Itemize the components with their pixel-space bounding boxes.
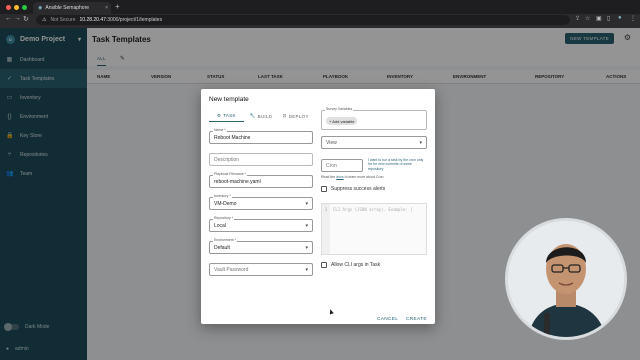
allow-cli-label: Allow CLI args in Task bbox=[331, 262, 381, 268]
forward-icon[interactable]: → bbox=[14, 15, 21, 22]
tab-close-icon[interactable]: × bbox=[105, 5, 108, 11]
maximize-window-icon[interactable] bbox=[22, 5, 27, 10]
cli-args-editor[interactable]: 1 CLI Args (JSON array). Example: [ bbox=[321, 203, 427, 255]
star-icon[interactable]: ☆ bbox=[585, 15, 590, 22]
tab-deploy[interactable]: ⊡ DEPLOY bbox=[278, 110, 313, 122]
dropdown-arrow-icon: ▾ bbox=[305, 244, 308, 251]
suppress-alerts-checkbox[interactable]: Suppress success alerts bbox=[321, 186, 385, 192]
playbook-value: reboot-machine.yaml bbox=[214, 178, 261, 185]
description-field[interactable]: Description bbox=[209, 153, 313, 166]
name-value: Reboot Machine bbox=[214, 134, 251, 141]
presenter-image bbox=[508, 221, 624, 337]
repository-select[interactable]: Repository * Local ▾ bbox=[209, 216, 313, 232]
cli-args-placeholder: CLI Args (JSON array). Example: [ bbox=[333, 207, 413, 212]
inventory-label: Inventory * bbox=[213, 194, 232, 198]
webcam-overlay bbox=[505, 218, 627, 340]
allow-cli-args-checkbox[interactable]: Allow CLI args in Task bbox=[321, 262, 380, 268]
add-variable-button[interactable]: + Add variable bbox=[326, 117, 358, 125]
environment-value: Default bbox=[214, 244, 230, 251]
browser-tab[interactable]: ◉ Ansible Semaphore × bbox=[33, 2, 111, 14]
dropdown-arrow-icon: ▾ bbox=[305, 266, 308, 273]
tab-task[interactable]: ⚙ TASK bbox=[209, 110, 244, 122]
reload-icon[interactable]: ↻ bbox=[23, 15, 29, 23]
extensions-icon[interactable]: ▣ bbox=[596, 15, 602, 22]
view-placeholder: View bbox=[326, 139, 337, 146]
suppress-label: Suppress success alerts bbox=[331, 186, 386, 192]
gear-icon: ⚙ bbox=[216, 112, 222, 118]
survey-variables-box: Survey Variables + Add variable bbox=[321, 107, 427, 130]
back-icon[interactable]: ← bbox=[5, 15, 12, 22]
wrench-icon: 🔧 bbox=[249, 113, 256, 118]
share-icon[interactable]: ⇪ bbox=[575, 15, 580, 22]
vault-password-select[interactable]: Vault Password ▾ bbox=[209, 263, 313, 276]
dialog-title: New template bbox=[209, 96, 249, 103]
cron-docs-text: Read the docs to learn more about Cron. bbox=[321, 175, 385, 179]
repository-label: Repository * bbox=[213, 216, 235, 220]
browser-chrome: ◉ Ansible Semaphore × + ← → ↻ ⚠ Not Secu… bbox=[0, 0, 640, 28]
description-placeholder: Description bbox=[214, 156, 240, 163]
url-text: 10.28.20.47:3000/project/1/templates bbox=[79, 17, 163, 23]
cancel-button[interactable]: CANCEL bbox=[377, 317, 398, 322]
cron-placeholder: Cron bbox=[326, 162, 337, 169]
cron-hint-link[interactable]: I want to run a task by the cron only fo… bbox=[368, 158, 428, 171]
inventory-select[interactable]: Inventory * VM-Demo ▾ bbox=[209, 194, 313, 210]
security-label: Not Secure bbox=[50, 17, 76, 23]
view-select[interactable]: View ▾ bbox=[321, 136, 427, 149]
template-type-tabs: ⚙ TASK 🔧 BUILD ⊡ DEPLOY bbox=[209, 110, 313, 122]
checkbox-icon[interactable] bbox=[321, 262, 327, 268]
sidebar-panel-icon[interactable]: ▯ bbox=[607, 15, 610, 22]
address-bar[interactable]: ⚠ Not Secure 10.28.20.47:3000/project/1/… bbox=[36, 15, 570, 25]
dropdown-arrow-icon: ▾ bbox=[305, 222, 308, 229]
close-window-icon[interactable] bbox=[6, 5, 11, 10]
favicon-icon: ◉ bbox=[38, 5, 43, 11]
docs-link[interactable]: docs bbox=[336, 175, 343, 179]
vault-placeholder: Vault Password bbox=[214, 266, 249, 273]
line-number: 1 bbox=[322, 204, 330, 254]
tab-strip: ◉ Ansible Semaphore × + bbox=[0, 0, 640, 14]
dropdown-arrow-icon: ▾ bbox=[419, 139, 422, 146]
cron-field[interactable]: Cron bbox=[321, 159, 363, 172]
playbook-label: Playbook Filename * bbox=[213, 172, 248, 176]
repository-value: Local bbox=[214, 222, 226, 229]
survey-label: Survey Variables bbox=[325, 107, 354, 111]
environment-label: Environment * bbox=[213, 238, 237, 242]
checkbox-icon[interactable] bbox=[321, 186, 327, 192]
new-tab-button[interactable]: + bbox=[115, 3, 120, 11]
name-field[interactable]: Name * Reboot Machine bbox=[209, 128, 313, 144]
new-template-dialog: New template ⚙ TASK 🔧 BUILD ⊡ DEPLOY Name *… bbox=[201, 89, 435, 324]
deploy-icon: ⊡ bbox=[282, 113, 287, 118]
inventory-value: VM-Demo bbox=[214, 200, 237, 207]
create-button[interactable]: CREATE bbox=[406, 317, 427, 322]
playbook-field[interactable]: Playbook Filename * reboot-machine.yaml bbox=[209, 172, 313, 188]
tab-title: Ansible Semaphore bbox=[45, 5, 90, 11]
warning-icon: ⚠ bbox=[42, 17, 47, 23]
menu-icon[interactable]: ⋮ bbox=[630, 15, 636, 22]
environment-select[interactable]: Environment * Default ▾ bbox=[209, 238, 313, 254]
tab-build[interactable]: 🔧 BUILD bbox=[244, 110, 279, 122]
name-label: Name * bbox=[213, 128, 227, 132]
minimize-window-icon[interactable] bbox=[14, 5, 19, 10]
dropdown-arrow-icon: ▾ bbox=[305, 200, 308, 207]
profile-icon[interactable]: ● bbox=[618, 15, 622, 21]
